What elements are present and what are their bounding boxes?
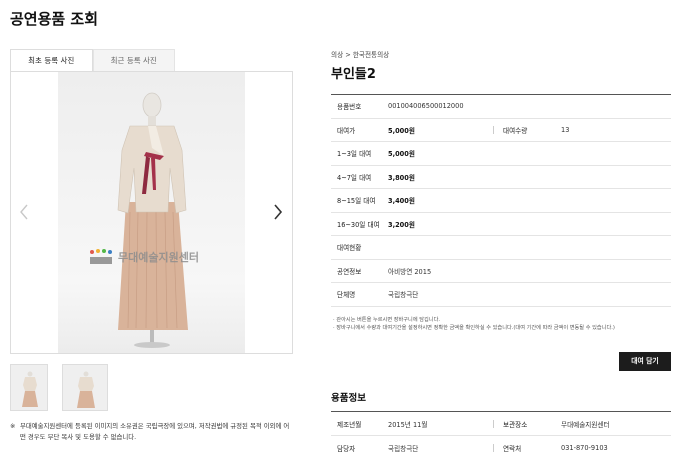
add-rental-button[interactable]: 대여 담기	[619, 352, 671, 371]
notice-mark: ※	[10, 422, 16, 430]
manufactured-value: 2015년 11월	[388, 420, 428, 429]
note-item: · 장바구니에서 수량과 대여기간을 설정하시면 정확한 금액을 확인하실 수 …	[333, 325, 615, 331]
performance-value: 아비방연 2015	[388, 267, 432, 276]
storage-value: 무대예술지원센터	[561, 420, 610, 429]
rent-price-label: 대여가	[337, 126, 356, 135]
rent-qty-value: 13	[561, 125, 570, 134]
rental-notes: · 관아시는 버튼을 누르시면 장바구니에 담깁니다. · 장바구니에서 수량과…	[333, 316, 668, 332]
thumbnail-2[interactable]	[62, 364, 108, 411]
watermark-text: 무대예술지원센터	[118, 251, 199, 264]
row-period-4: 16~30일 대여 3,200원	[331, 213, 671, 236]
manufactured-label: 제조년월	[337, 420, 362, 429]
copyright-notice: ※ 무대예술지원센터에 등록된 이미지의 소유권은 국립극장에 있으며, 저작권…	[10, 421, 295, 443]
rent-price-value: 5,000원	[388, 126, 415, 135]
contact-value: 031-870-9103	[561, 443, 608, 452]
period-price: 5,000원	[388, 150, 415, 159]
divider	[493, 125, 494, 134]
note-item: · 관아시는 버튼을 누르시면 장바구니에 담깁니다.	[333, 317, 440, 323]
period-price: 3,200원	[388, 220, 415, 229]
thumbnail-1[interactable]	[10, 364, 48, 411]
rent-qty-label: 대여수량	[503, 126, 528, 135]
photo-tabs: 최초 등록 사진 최근 등록 사진	[10, 49, 175, 71]
costume-photo: 무대예술지원센터	[58, 72, 245, 353]
group-value: 국립창극단	[388, 291, 419, 300]
rental-status-label: 대여현황	[337, 244, 362, 253]
product-no-label: 용품번호	[337, 103, 362, 112]
chevron-left-icon	[20, 204, 28, 220]
costume-illustration	[117, 92, 188, 348]
page-title: 공연용품 조회	[10, 10, 99, 28]
row-performance: 공연정보 아비방연 2015	[331, 260, 671, 283]
period-price: 3,800원	[388, 173, 415, 182]
period-price: 3,400원	[388, 197, 415, 206]
item-title: 부인들2	[331, 67, 376, 82]
manager-value: 국립창극단	[388, 444, 419, 453]
period-label: 16~30일 대여	[337, 220, 380, 229]
spec-section-title: 용품정보	[331, 393, 366, 404]
row-period-2: 4~7일 대여 3,800원	[331, 166, 671, 189]
contact-label: 연락처	[503, 444, 522, 453]
thumbnail-list	[10, 364, 108, 411]
storage-label: 보관장소	[503, 420, 528, 429]
product-no-value: 001004006500012000	[388, 102, 464, 111]
photo-viewer: 무대예술지원센터	[10, 71, 293, 354]
tab-first-photo[interactable]: 최초 등록 사진	[10, 49, 93, 71]
spec-row: 제조년월 2015년 11월 보관장소 무대예술지원센터	[331, 412, 671, 436]
divider	[493, 419, 494, 428]
copyright-text: 무대예술지원센터에 등록된 이미지의 소유권은 국립극장에 있으며, 저작권법에…	[20, 422, 290, 441]
period-label: 1~3일 대여	[337, 150, 372, 159]
prev-photo-button[interactable]	[15, 200, 33, 224]
manager-label: 담당자	[337, 444, 356, 453]
chevron-right-icon	[274, 204, 283, 220]
row-product-no: 용품번호 001004006500012000	[331, 95, 671, 119]
row-period-1: 1~3일 대여 5,000원	[331, 142, 671, 166]
group-label: 단체명	[337, 291, 356, 300]
breadcrumb: 의상 > 한국전통의상	[331, 51, 390, 59]
spec-row: 담당자 국립창극단 연락처 031-870-9103	[331, 436, 671, 456]
watermark: 무대예술지원센터	[88, 248, 228, 266]
item-info-table: 용품번호 001004006500012000 대여가 5,000원 대여수량 …	[331, 94, 671, 307]
spec-table: 제조년월 2015년 11월 보관장소 무대예술지원센터 담당자 국립창극단 연…	[331, 411, 671, 456]
divider	[493, 443, 494, 452]
row-group: 단체명 국립창극단	[331, 283, 671, 307]
period-label: 8~15일 대여	[337, 197, 376, 206]
row-rental-status: 대여현황	[331, 236, 671, 260]
watermark-logo-icon	[90, 249, 112, 264]
period-label: 4~7일 대여	[337, 173, 372, 182]
next-photo-button[interactable]	[269, 200, 287, 224]
tab-recent-photo[interactable]: 최근 등록 사진	[92, 49, 175, 71]
performance-label: 공연정보	[337, 267, 362, 276]
row-rent-price: 대여가 5,000원 대여수량 13	[331, 119, 671, 142]
row-period-3: 8~15일 대여 3,400원	[331, 189, 671, 213]
